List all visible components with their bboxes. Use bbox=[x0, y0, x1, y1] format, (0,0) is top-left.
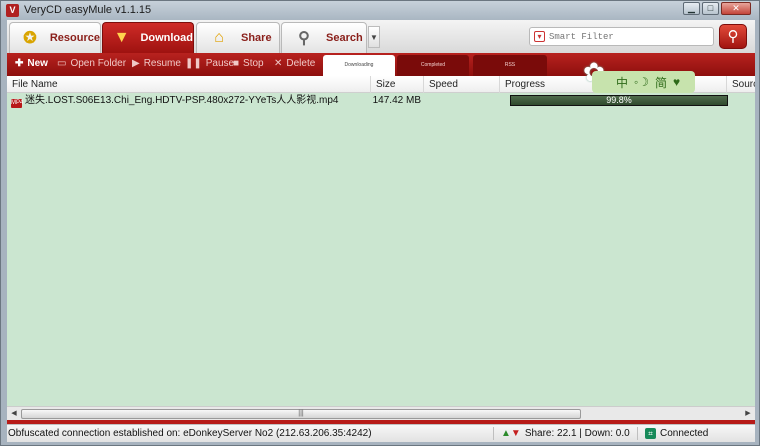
lang-chinese-button[interactable]: 中 bbox=[616, 74, 628, 91]
share-icon: ⌂ bbox=[214, 29, 224, 46]
title-bar: V VeryCD easyMule v1.1.15 ▁ □ ✕ bbox=[1, 1, 759, 20]
pause-icon: ❚❚ bbox=[185, 58, 202, 69]
column-source[interactable]: Source bbox=[727, 76, 755, 93]
app-logo-icon: V bbox=[6, 4, 19, 17]
close-button[interactable]: ✕ bbox=[721, 2, 751, 15]
maximize-button[interactable]: □ bbox=[702, 2, 719, 15]
file-size: 147.42 MB bbox=[372, 95, 421, 106]
delete-button[interactable]: ✕ Delete bbox=[274, 58, 315, 69]
status-bar: Obfuscated connection established on: eD… bbox=[7, 424, 755, 442]
scroll-left-icon[interactable]: ◀ bbox=[8, 408, 20, 420]
status-divider bbox=[637, 427, 638, 440]
connection-status: ⌗ Connected bbox=[645, 428, 708, 439]
tab-download[interactable]: ▼ Download bbox=[102, 22, 194, 53]
share-down-text: Share: 22.1 | Down: 0.0 bbox=[524, 428, 630, 439]
search-button[interactable]: ⚲ bbox=[719, 24, 747, 49]
scrollbar-thumb[interactable]: ||| bbox=[21, 409, 581, 419]
new-label: New bbox=[27, 58, 48, 69]
language-widget: 中 ◦☽ 简 ♥ bbox=[592, 71, 695, 93]
share-down-info: ▲▼ Share: 22.1 | Down: 0.0 bbox=[501, 428, 630, 439]
open-folder-button[interactable]: ▭ Open Folder bbox=[57, 58, 126, 69]
resume-label: Resume bbox=[143, 58, 181, 69]
download-list: File Name Size Speed Progress Source MP4… bbox=[7, 76, 755, 406]
tab-search[interactable]: ⚲ Search bbox=[281, 22, 367, 53]
heart-icon: ♥ bbox=[673, 75, 681, 89]
stop-button[interactable]: ■ Stop bbox=[233, 58, 264, 69]
connection-text: Connected bbox=[660, 428, 709, 439]
tabs-dropdown-button[interactable]: ▼ bbox=[368, 26, 380, 48]
app-window: V VeryCD easyMule v1.1.15 ▁ □ ✕ ✪ Resour… bbox=[0, 0, 760, 446]
tab-resource[interactable]: ✪ Resource bbox=[9, 22, 101, 53]
tab-search-label: Search bbox=[326, 32, 363, 44]
column-speed[interactable]: Speed bbox=[424, 76, 500, 93]
resource-icon: ✪ bbox=[23, 30, 37, 47]
file-speed bbox=[427, 94, 497, 108]
new-button[interactable]: ✚ New bbox=[15, 58, 48, 69]
lang-simplified-button[interactable]: 简 bbox=[655, 74, 667, 91]
tab-resource-label: Resource bbox=[49, 32, 100, 44]
subtab-completed[interactable]: Completed bbox=[397, 55, 469, 76]
column-size[interactable]: Size bbox=[371, 76, 424, 93]
filter-icon: ▾ bbox=[534, 31, 545, 42]
subtab-rss[interactable]: RSS bbox=[473, 55, 547, 76]
progress-bar: 99.8% bbox=[510, 95, 728, 106]
download-icon: ▼ bbox=[113, 29, 130, 46]
moon-icon: ◦☽ bbox=[634, 75, 650, 89]
play-icon: ▶ bbox=[132, 58, 140, 69]
minimize-button[interactable]: ▁ bbox=[683, 2, 700, 15]
scroll-right-icon[interactable]: ▶ bbox=[742, 408, 754, 420]
smart-filter[interactable]: ▾ bbox=[529, 27, 714, 46]
main-navigation: ✪ Resource ▼ Download ⌂ Share ⚲ Search ▼… bbox=[7, 20, 755, 53]
pause-button[interactable]: ❚❚ Pause bbox=[185, 58, 234, 69]
horizontal-scrollbar[interactable]: ◀ ||| ▶ bbox=[7, 406, 755, 420]
status-message: Obfuscated connection established on: eD… bbox=[8, 428, 372, 439]
window-controls: ▁ □ ✕ bbox=[683, 2, 751, 15]
open-folder-label: Open Folder bbox=[70, 58, 127, 69]
tab-download-label: Download bbox=[140, 32, 193, 44]
status-divider bbox=[493, 427, 494, 440]
up-down-arrows-icon: ▲▼ bbox=[501, 428, 521, 439]
plus-icon: ✚ bbox=[15, 58, 24, 69]
resume-button[interactable]: ▶ Resume bbox=[132, 58, 181, 69]
magnifier-icon: ⚲ bbox=[298, 30, 310, 47]
pause-label: Pause bbox=[205, 58, 235, 69]
smart-filter-input[interactable] bbox=[549, 31, 699, 42]
delete-label: Delete bbox=[286, 58, 316, 69]
table-row[interactable]: MP4 迷失.LOST.S06E13.Chi_Eng.HDTV-PSP.480x2… bbox=[7, 94, 755, 108]
delete-icon: ✕ bbox=[274, 58, 283, 69]
network-icon: ⌗ bbox=[645, 428, 656, 439]
tab-share[interactable]: ⌂ Share bbox=[196, 22, 280, 53]
video-file-icon: MP4 bbox=[11, 99, 24, 108]
tab-share-label: Share bbox=[241, 32, 272, 44]
window-title: VeryCD easyMule v1.1.15 bbox=[24, 4, 152, 16]
file-name-cell: MP4 迷失.LOST.S06E13.Chi_Eng.HDTV-PSP.480x2… bbox=[11, 94, 369, 108]
stop-label: Stop bbox=[243, 58, 264, 69]
file-name: 迷失.LOST.S06E13.Chi_Eng.HDTV-PSP.480x272-… bbox=[25, 95, 339, 106]
subtab-downloading[interactable]: Downloading bbox=[323, 55, 395, 76]
progress-text: 99.8% bbox=[606, 95, 632, 105]
column-file-name[interactable]: File Name bbox=[7, 76, 371, 93]
folder-icon: ▭ bbox=[57, 58, 67, 69]
stop-icon: ■ bbox=[233, 58, 240, 69]
